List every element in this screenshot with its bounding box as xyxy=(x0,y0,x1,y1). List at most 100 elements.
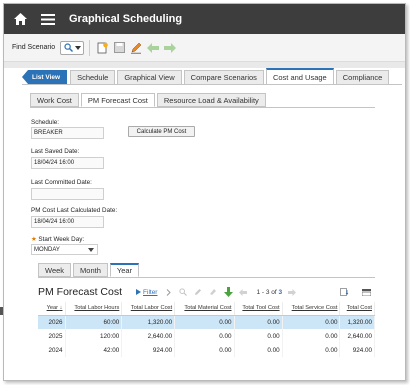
find-scenario-label: Find Scenario xyxy=(12,44,56,51)
tab-schedule[interactable]: Schedule xyxy=(70,70,116,84)
previous-page-button[interactable] xyxy=(237,286,249,298)
back-button[interactable] xyxy=(146,41,160,55)
main-tab-divider xyxy=(22,84,402,85)
forward-button[interactable] xyxy=(163,41,177,55)
expand-button[interactable] xyxy=(162,286,174,298)
download-table-button[interactable] xyxy=(339,286,351,298)
list-view-button[interactable]: List View xyxy=(22,70,68,84)
chevron-down-icon xyxy=(88,248,94,252)
start-week-day-value: MONDAY xyxy=(34,246,60,253)
download-arrow-icon xyxy=(223,287,233,297)
cell-total-cost: 924.00 xyxy=(339,343,375,357)
arrow-left-icon xyxy=(239,288,248,296)
sub-tab-bar: Work Cost PM Forecast Cost Resource Load… xyxy=(30,93,268,107)
save-icon xyxy=(113,42,125,53)
column-header-total-cost[interactable]: Total Cost xyxy=(339,302,375,316)
calculate-pm-cost-button[interactable]: Calculate PM Cost xyxy=(128,126,195,137)
pencil-icon xyxy=(195,289,202,295)
cell-total-material-cost: 0.00 xyxy=(174,329,235,343)
start-week-day-label: ★ Start Week Day: xyxy=(31,236,84,243)
pm-cost-last-calculated-field: 18/04/24 16:00 xyxy=(31,216,104,228)
new-scenario-button[interactable] xyxy=(95,41,109,55)
table-row[interactable]: 2025 120:00 2,640.00 0.00 0.00 0.00 2,64… xyxy=(38,329,375,343)
tab-cost-and-usage[interactable]: Cost and Usage xyxy=(265,68,334,84)
edit-button[interactable] xyxy=(129,41,143,55)
cell-total-service-cost: 0.00 xyxy=(282,343,341,357)
toolbar-separator xyxy=(89,39,91,56)
pagination-range: 1 - 3 of xyxy=(256,288,277,296)
new-document-icon xyxy=(97,42,108,53)
filter-triangle-icon xyxy=(136,289,142,295)
save-button[interactable] xyxy=(112,41,126,55)
download-table-icon xyxy=(340,288,349,296)
period-tab-bar: Week Month Year xyxy=(38,263,141,277)
cell-year: 2024 xyxy=(38,343,66,357)
search-grid-button[interactable] xyxy=(177,286,189,298)
arrow-left-icon xyxy=(147,42,160,53)
search-icon xyxy=(64,43,73,52)
cell-total-labor-hours: 60:00 xyxy=(65,315,123,329)
tab-month[interactable]: Month xyxy=(73,263,108,277)
column-header-total-labor-cost[interactable]: Total Labor Cost xyxy=(121,302,176,316)
column-header-total-labor-hours[interactable]: Total Labor Hours xyxy=(65,302,123,316)
column-header-total-material-cost[interactable]: Total Material Cost xyxy=(174,302,235,316)
tab-week[interactable]: Week xyxy=(38,263,72,277)
arrow-right-icon xyxy=(288,288,297,296)
chevron-down-icon xyxy=(74,45,81,50)
edit-grid-button[interactable] xyxy=(192,286,204,298)
pm-forecast-cost-table: Year ↓ Total Labor Hours Total Labor Cos… xyxy=(38,302,375,357)
filter-link[interactable]: Filter xyxy=(136,289,157,296)
left-edge-marker xyxy=(0,307,3,315)
tab-work-cost[interactable]: Work Cost xyxy=(30,93,79,107)
main-tab-bar: List View Schedule Graphical View Compar… xyxy=(22,68,391,84)
cell-total-tool-cost: 0.00 xyxy=(234,329,283,343)
eraser-icon xyxy=(210,289,217,295)
start-week-day-label-text: Start Week Day: xyxy=(38,236,85,243)
cell-total-labor-cost: 1,320.00 xyxy=(121,315,176,329)
tab-graphical-view[interactable]: Graphical View xyxy=(117,70,182,84)
tab-resource-load[interactable]: Resource Load & Availability xyxy=(156,93,266,107)
tab-year[interactable]: Year xyxy=(109,263,140,277)
cell-total-labor-hours: 42:00 xyxy=(65,343,123,357)
tab-pm-forecast-cost[interactable]: PM Forecast Cost xyxy=(80,93,155,107)
find-scenario-button[interactable] xyxy=(60,40,85,55)
maximize-table-button[interactable] xyxy=(360,286,372,298)
last-committed-date-field xyxy=(31,188,104,200)
title-bar: Graphical Scheduling xyxy=(4,4,405,34)
toolbar: Find Scenario xyxy=(4,34,405,62)
clear-grid-button[interactable] xyxy=(207,286,219,298)
cell-total-labor-cost: 924.00 xyxy=(121,343,176,357)
column-header-year[interactable]: Year ↓ xyxy=(38,302,66,316)
cost-panel-header: PM Forecast Cost Filter 1 - 3 of 3 xyxy=(38,284,375,300)
cell-total-tool-cost: 0.00 xyxy=(234,343,283,357)
column-header-total-service-cost[interactable]: Total Service Cost xyxy=(282,302,341,316)
cell-year: 2026 xyxy=(38,315,66,329)
chevron-right-icon xyxy=(166,288,171,296)
column-header-total-tool-cost[interactable]: Total Tool Cost xyxy=(234,302,283,316)
cost-panel-title: PM Forecast Cost xyxy=(38,286,123,298)
last-committed-date-label: Last Committed Date: xyxy=(31,179,92,186)
schedule-field: BREAKER xyxy=(31,127,104,139)
filter-label: Filter xyxy=(143,288,158,296)
tab-compare-scenarios[interactable]: Compare Scenarios xyxy=(183,70,264,84)
pagination-info: 1 - 3 of 3 xyxy=(256,289,282,296)
last-saved-date-field: 18/04/24 16:00 xyxy=(31,157,104,169)
home-button[interactable] xyxy=(9,4,31,34)
cell-total-tool-cost: 0.00 xyxy=(234,315,283,329)
app-window: Graphical Scheduling Find Scenario List … xyxy=(3,3,406,381)
start-week-day-select[interactable]: MONDAY xyxy=(31,244,98,255)
cell-total-service-cost: 0.00 xyxy=(282,329,341,343)
table-menu-icon xyxy=(361,288,371,296)
table-row[interactable]: 2024 42:00 924.00 0.00 0.00 0.00 924.00 xyxy=(38,343,375,357)
download-button[interactable] xyxy=(222,286,234,298)
sub-tab-divider xyxy=(30,107,375,108)
menu-button[interactable] xyxy=(37,4,59,34)
schedule-label: Schedule: xyxy=(31,119,60,126)
pm-cost-last-calculated-label: PM Cost Last Calculated Date: xyxy=(31,207,118,214)
sort-descending-icon: ↓ xyxy=(59,305,63,312)
table-row[interactable]: 2026 60:00 1,320.00 0.00 0.00 0.00 1,320… xyxy=(38,315,375,329)
cell-year: 2025 xyxy=(38,329,66,343)
next-page-button[interactable] xyxy=(286,286,298,298)
cell-total-service-cost: 0.00 xyxy=(282,315,341,329)
tab-compliance[interactable]: Compliance xyxy=(335,70,390,84)
